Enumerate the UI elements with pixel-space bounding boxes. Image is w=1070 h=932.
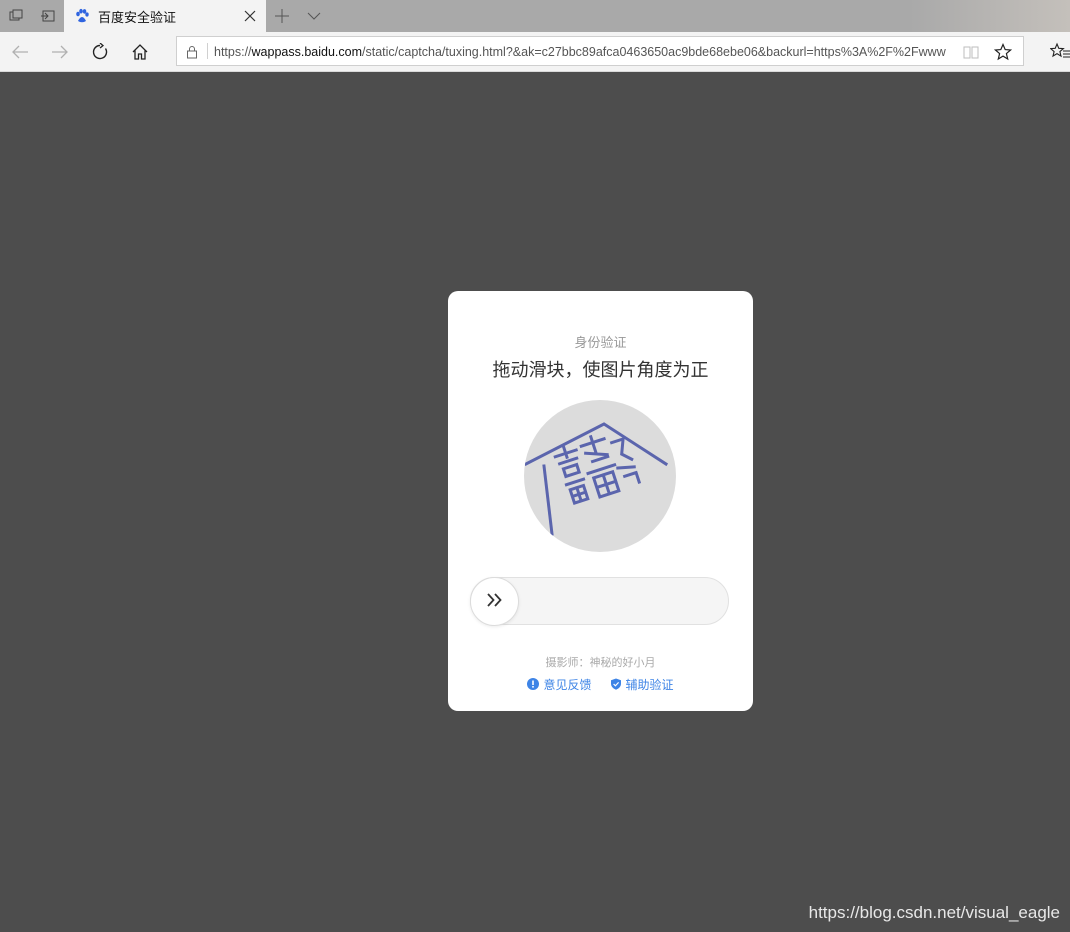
- captcha-card: 身份验证 拖动滑块，使图片角度为正 摄影师：神秘的好小月 意见反馈 辅助验证: [448, 291, 753, 711]
- arrow-right-icon[interactable]: [46, 38, 74, 66]
- captcha-links: 意见反馈 辅助验证: [448, 676, 753, 692]
- baidu-paw-icon: [74, 8, 90, 24]
- feedback-link[interactable]: 意见反馈: [527, 676, 592, 692]
- captcha-subtitle: 身份验证: [574, 336, 627, 351]
- tab-title: 百度安全验证: [98, 11, 177, 26]
- info-circle-icon: [527, 678, 540, 690]
- feedback-link-label: 意见反馈: [543, 677, 592, 692]
- url-rest: /static/captcha/tuxing.html?&ak=c27bbc89…: [362, 45, 946, 59]
- chevron-down-icon[interactable]: [304, 7, 324, 25]
- slider-handle[interactable]: [470, 577, 519, 626]
- rotated-stamp-image: [524, 400, 676, 552]
- arrow-left-icon[interactable]: [6, 38, 34, 66]
- address-bar[interactable]: https://wappass.baidu.com/static/captcha…: [176, 36, 1024, 66]
- reading-view-icon[interactable]: [963, 44, 979, 60]
- url-prefix: https://: [214, 45, 252, 59]
- favorites-icon[interactable]: [1049, 42, 1070, 62]
- captcha-instruction: 拖动滑块，使图片角度为正: [492, 360, 709, 381]
- refresh-icon[interactable]: [86, 38, 114, 66]
- assist-verify-label: 辅助验证: [625, 677, 674, 692]
- photo-credit: 摄影师：神秘的好小月: [545, 656, 656, 669]
- tab-active[interactable]: 百度安全验证: [64, 0, 266, 32]
- address-divider: [207, 43, 208, 59]
- tab-preview-icon[interactable]: [0, 0, 32, 32]
- home-icon[interactable]: [126, 38, 154, 66]
- watermark-text: https://blog.csdn.net/visual_eagle: [808, 903, 1060, 922]
- lock-icon[interactable]: [185, 44, 199, 59]
- assist-verify-link[interactable]: 辅助验证: [610, 676, 674, 692]
- shield-icon: [610, 678, 621, 690]
- plus-icon[interactable]: [272, 7, 292, 25]
- browser-tab-bar: 百度安全验证: [0, 0, 1070, 32]
- star-icon[interactable]: [993, 42, 1013, 61]
- double-chevron-right-icon: [486, 592, 504, 611]
- url-host: wappass.baidu.com: [251, 45, 363, 59]
- browser-nav-bar: https://wappass.baidu.com/static/captcha…: [0, 32, 1070, 72]
- set-aside-tabs-icon[interactable]: [32, 0, 64, 32]
- url-text[interactable]: https://wappass.baidu.com/static/captcha…: [214, 43, 956, 61]
- close-icon[interactable]: [242, 8, 258, 24]
